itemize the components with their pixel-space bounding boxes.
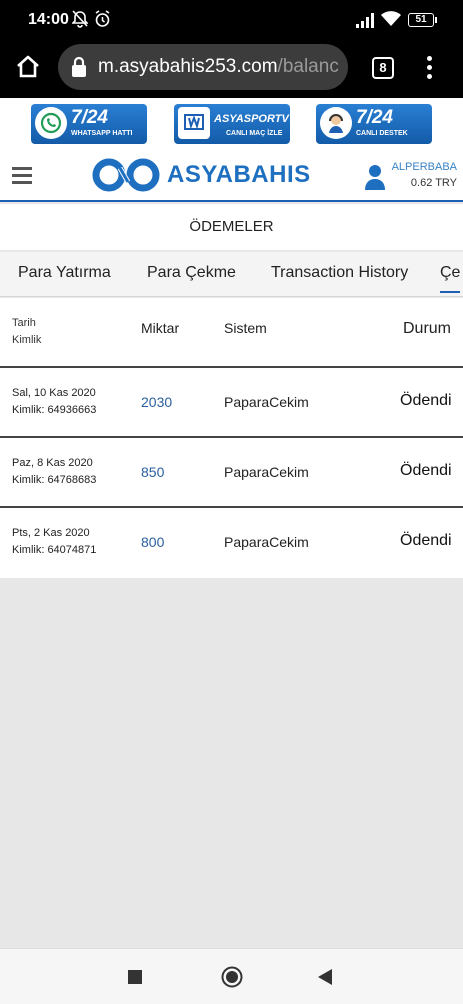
web-page: 7/24 WHATSAPP HATTI ASYASPORTV CANLI MAÇ… <box>0 98 463 948</box>
row-date: Sal, 10 Kas 2020 <box>12 387 96 399</box>
live-support-banner-title: 7/24 <box>356 107 393 128</box>
promo-banners: 7/24 WHATSAPP HATTI ASYASPORTV CANLI MAÇ… <box>0 98 463 150</box>
column-header-kimlik: Kimlik <box>12 334 42 346</box>
payment-tabs: Para Yatırma Para Çekme Transaction Hist… <box>0 252 463 297</box>
logo-text: ASYABAHIS <box>167 161 311 188</box>
column-header-system: Sistem <box>224 320 267 336</box>
support-agent-icon <box>320 107 352 139</box>
lock-icon[interactable] <box>70 56 88 83</box>
row-amount: 2030 <box>141 394 173 410</box>
more-menu-icon[interactable] <box>422 56 436 82</box>
row-amount: 850 <box>141 464 165 480</box>
row-amount: 800 <box>141 534 165 550</box>
tab-switcher-button[interactable]: 8 <box>372 57 394 79</box>
row-date-cell: Sal, 10 Kas 2020 Kimlik: 64936663 <box>12 385 96 419</box>
home-icon[interactable] <box>14 53 44 83</box>
home-circle-icon[interactable] <box>221 966 243 993</box>
logo-mark-icon <box>92 158 160 192</box>
live-support-banner[interactable]: 7/24 CANLI DESTEK <box>316 104 432 144</box>
system-navigation-bar <box>0 948 463 1004</box>
muted-bell-icon <box>71 10 89 33</box>
row-status: Ödendi <box>400 392 452 409</box>
row-date: Paz, 8 Kas 2020 <box>12 457 93 469</box>
url-text[interactable]: m.asyabahis253.com/balanc <box>98 56 339 78</box>
status-bar: 14:00 51 <box>0 0 463 40</box>
asyasportv-banner[interactable]: ASYASPORTV CANLI MAÇ İZLE <box>174 104 290 144</box>
row-status: Ödendi <box>400 462 452 479</box>
address-bar[interactable]: m.asyabahis253.com/balanc <box>58 44 348 90</box>
clock: 14:00 <box>28 11 69 28</box>
user-balance: 0.62 TRY <box>410 177 457 189</box>
live-support-banner-subtitle: CANLI DESTEK <box>356 130 408 137</box>
row-kimlik: Kimlik: 64074871 <box>12 544 97 556</box>
asyasportv-banner-title: ASYASPORTV <box>214 113 289 125</box>
column-header-status: Durum <box>403 320 452 337</box>
tv-icon <box>178 107 210 139</box>
table-row[interactable]: Sal, 10 Kas 2020 Kimlik: 64936663 2030 P… <box>0 368 463 438</box>
column-header-tarih: Tarih <box>12 317 36 329</box>
row-kimlik: Kimlik: 64936663 <box>12 404 97 416</box>
battery-indicator: 51 <box>408 13 437 27</box>
table-header: Tarih Kimlik Miktar Sistem Durum <box>0 298 463 368</box>
whatsapp-banner-title: 7/24 <box>71 107 108 128</box>
whatsapp-icon <box>35 107 67 139</box>
row-date: Pts, 2 Kas 2020 <box>12 527 90 539</box>
url-host: m.asyabahis253.com <box>98 56 278 77</box>
page-title: ÖDEMELER <box>0 204 463 250</box>
alarm-icon <box>94 10 111 33</box>
whatsapp-banner[interactable]: 7/24 WHATSAPP HATTI <box>31 104 147 144</box>
table-row[interactable]: Paz, 8 Kas 2020 Kimlik: 64768683 850 Pap… <box>0 438 463 508</box>
asyasportv-banner-subtitle: CANLI MAÇ İZLE <box>226 130 283 137</box>
tab-para-yatirma[interactable]: Para Yatırma <box>18 264 111 282</box>
row-kimlik: Kimlik: 64768683 <box>12 474 97 486</box>
row-date-cell: Paz, 8 Kas 2020 Kimlik: 64768683 <box>12 455 96 489</box>
table-row[interactable]: Pts, 2 Kas 2020 Kimlik: 64074871 800 Pap… <box>0 508 463 578</box>
tab-para-cekme[interactable]: Para Çekme <box>147 264 236 282</box>
site-logo[interactable]: ASYABAHIS <box>92 158 310 192</box>
column-header-amount: Miktar <box>141 320 180 336</box>
row-system: PaparaCekim <box>224 534 309 550</box>
url-path: /balanc <box>277 56 339 77</box>
withdrawals-table: Tarih Kimlik Miktar Sistem Durum Sal, 10… <box>0 298 463 578</box>
site-header: ASYABAHIS ALPERBABA 0.62 TRY <box>0 150 463 202</box>
tab-cekim-history[interactable]: Çe <box>440 264 461 293</box>
tab-transaction-history[interactable]: Transaction History <box>271 264 408 282</box>
recents-square-icon[interactable] <box>127 969 143 990</box>
back-triangle-icon[interactable] <box>317 968 333 991</box>
username[interactable]: ALPERBABA <box>392 161 457 173</box>
browser-toolbar: m.asyabahis253.com/balanc 8 <box>0 40 463 98</box>
user-icon[interactable] <box>364 164 386 195</box>
column-header-date: Tarih Kimlik <box>12 315 41 349</box>
hamburger-menu-icon[interactable] <box>12 167 32 184</box>
row-date-cell: Pts, 2 Kas 2020 Kimlik: 64074871 <box>12 525 96 559</box>
signal-icon <box>356 12 376 33</box>
row-status: Ödendi <box>400 532 452 549</box>
row-system: PaparaCekim <box>224 464 309 480</box>
row-system: PaparaCekim <box>224 394 309 410</box>
wifi-icon <box>381 11 401 32</box>
screen: 14:00 51 m.asyabahis253.com/balanc 8 7/2… <box>0 0 463 1004</box>
whatsapp-banner-subtitle: WHATSAPP HATTI <box>71 130 133 137</box>
